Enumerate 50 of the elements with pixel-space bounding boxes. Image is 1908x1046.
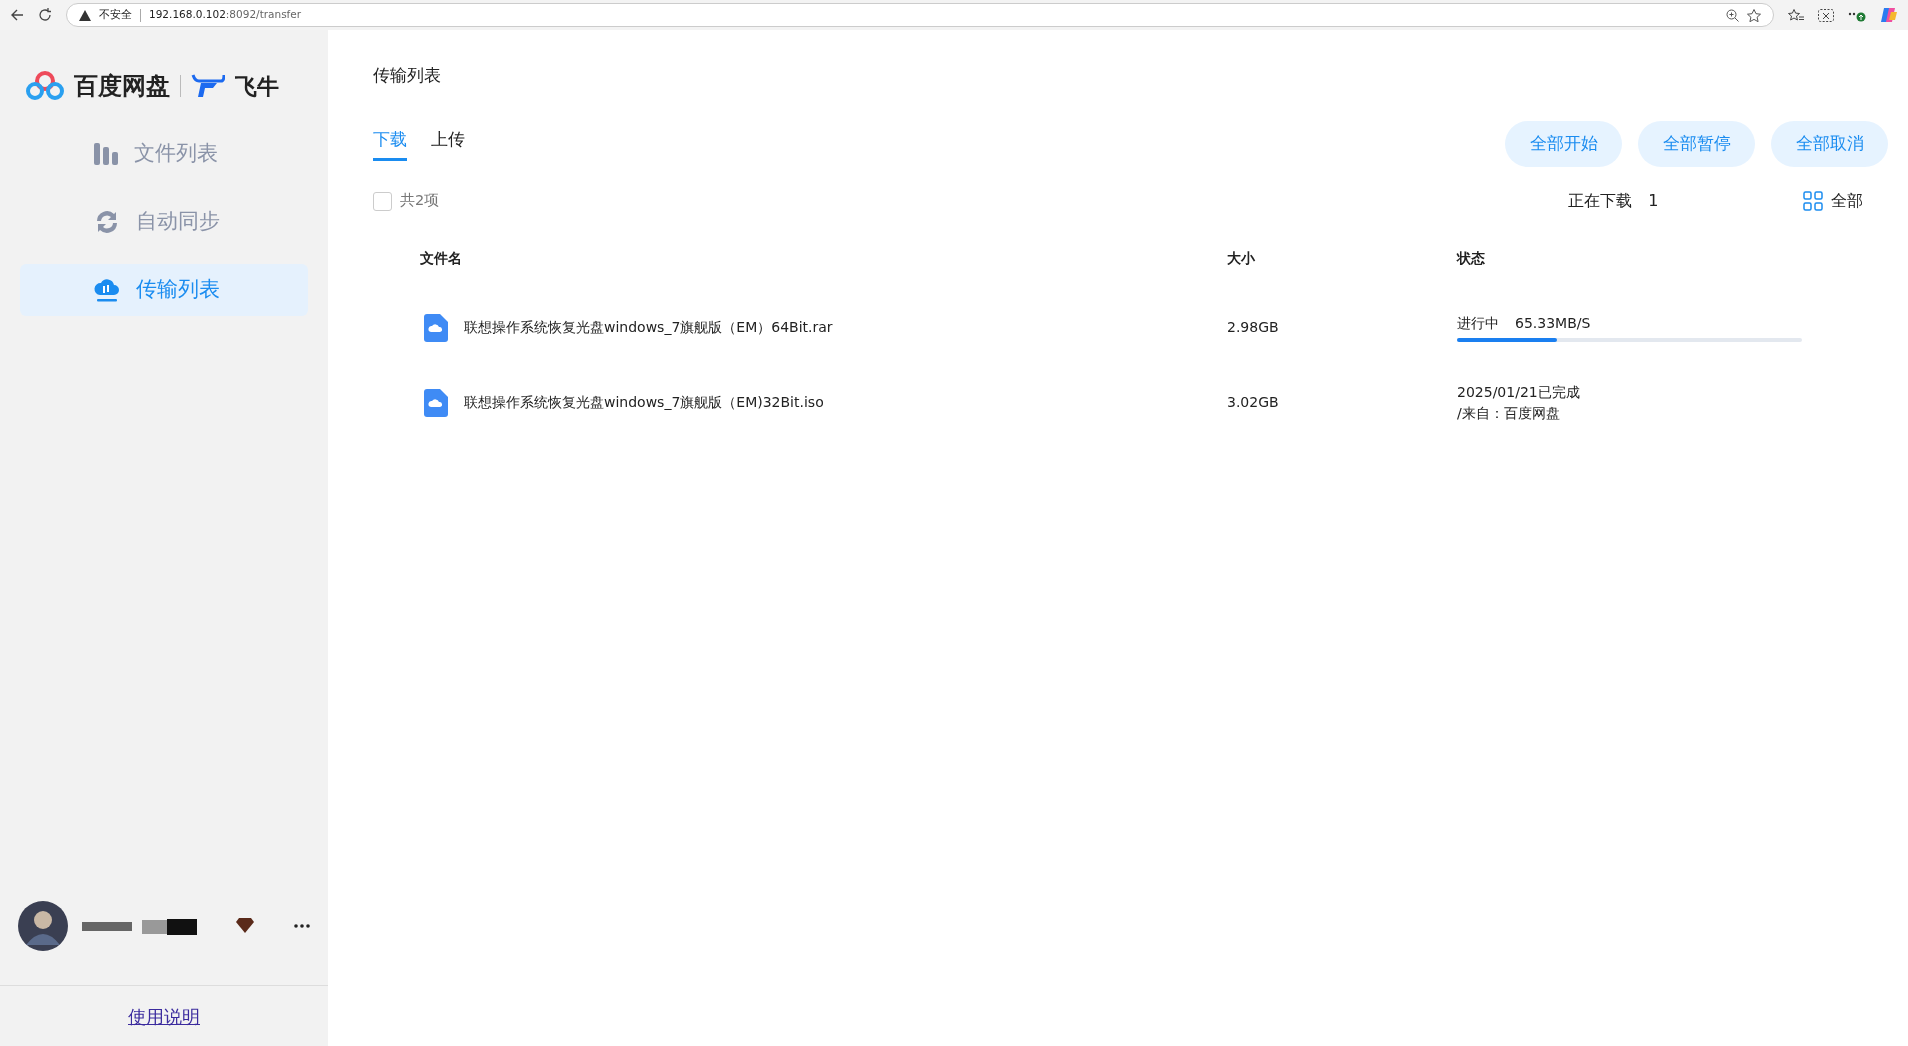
back-icon[interactable] xyxy=(10,8,24,22)
sidebar-item[interactable]: 文件列表 xyxy=(20,128,308,180)
help-link[interactable]: 使用说明 xyxy=(128,1002,200,1030)
cloud-logo-icon xyxy=(26,71,64,101)
status-text: 进行中 xyxy=(1457,314,1499,333)
tab[interactable]: 下载 xyxy=(373,126,407,162)
favorites-icon[interactable] xyxy=(1788,8,1804,22)
column-header: 大小 xyxy=(1227,248,1255,268)
column-header: 文件名 xyxy=(420,248,462,268)
file-name: 联想操作系统恢复光盘windows_7旗舰版（EM）64Bit.rar xyxy=(464,318,833,337)
file-size: 2.98GB xyxy=(1227,318,1279,337)
warning-icon xyxy=(79,9,91,21)
action-button[interactable]: 全部取消 xyxy=(1771,121,1888,167)
copilot-icon[interactable] xyxy=(1880,6,1898,24)
cloud-file-icon xyxy=(424,313,448,342)
sidebar-item[interactable]: 自动同步 xyxy=(20,196,308,248)
zoom-icon[interactable] xyxy=(1726,8,1739,22)
page-title: 传输列表 xyxy=(373,65,441,85)
more-icon[interactable] xyxy=(294,923,310,928)
bar-chart-icon xyxy=(94,143,118,165)
diamond-badge-icon xyxy=(236,918,254,933)
column-header: 状态 xyxy=(1457,248,1485,268)
cloud-transfer-icon xyxy=(94,277,120,303)
source-text: /来自：百度网盘 xyxy=(1457,403,1561,423)
downloading-label: 正在下载 xyxy=(1568,190,1633,212)
file-size: 3.02GB xyxy=(1227,393,1279,412)
action-button[interactable]: 全部开始 xyxy=(1505,121,1622,167)
security-label: 不安全 xyxy=(99,7,132,23)
sidebar-item[interactable]: 传输列表 xyxy=(20,264,308,316)
select-all-checkbox[interactable] xyxy=(373,191,392,211)
screenshot-icon[interactable] xyxy=(1818,8,1834,22)
address-bar[interactable]: 不安全 192.168.0.102:8092/transfer xyxy=(66,3,1774,27)
downloading-count: 1 xyxy=(1648,190,1659,212)
status-text: 2025/01/21已完成 xyxy=(1457,382,1580,402)
file-name: 联想操作系统恢复光盘windows_7旗舰版（EM)32Bit.iso xyxy=(464,393,824,412)
star-icon[interactable] xyxy=(1747,8,1761,22)
sync-icon xyxy=(94,209,120,235)
speed-text: 65.33MB/S xyxy=(1515,314,1591,333)
item-count: 共2项 xyxy=(400,191,440,211)
bull-logo-icon xyxy=(191,73,225,99)
cloud-file-icon xyxy=(424,388,448,417)
partner-name: 飞牛 xyxy=(235,72,279,101)
filter-label[interactable]: 全部 xyxy=(1831,189,1863,213)
action-button[interactable]: 全部暂停 xyxy=(1638,121,1755,167)
grid-icon[interactable] xyxy=(1803,191,1823,211)
reload-icon[interactable] xyxy=(38,8,52,22)
brand-name: 百度网盘 xyxy=(74,71,170,102)
avatar xyxy=(18,900,68,951)
url-text: 192.168.0.102:8092/transfer xyxy=(149,7,302,23)
tab[interactable]: 上传 xyxy=(431,126,465,162)
